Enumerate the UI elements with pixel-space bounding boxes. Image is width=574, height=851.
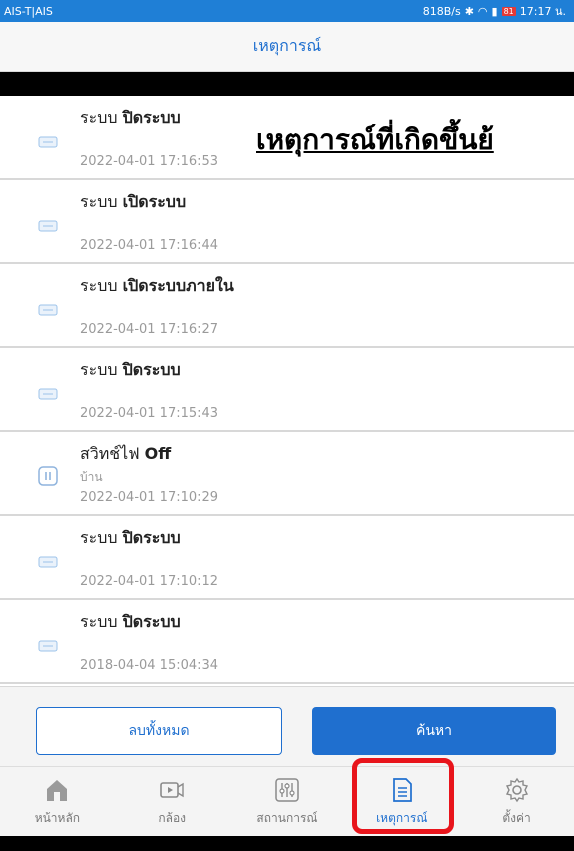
event-row[interactable]: ระบบ ปิดระบบ 2022-04-01 17:15:43 (0, 348, 574, 432)
event-timestamp: 2022-04-01 17:16:53 (80, 154, 219, 169)
event-title: ระบบ ปิดระบบ (80, 610, 181, 635)
event-row[interactable]: ระบบ ปิดระบบ 2022-04-01 17:10:12 (0, 516, 574, 600)
event-timestamp: 2022-04-01 17:16:44 (80, 238, 219, 253)
event-row[interactable]: ระบบ เปิดระบบภายใน 2022-04-01 17:16:27 (0, 264, 574, 348)
tab-label: สถานการณ์ (256, 810, 318, 825)
event-title: ระบบ เปิดระบบ (80, 190, 186, 215)
event-value: เปิดระบบ (122, 192, 187, 211)
event-value: เปิดระบบภายใน (122, 276, 234, 295)
home-icon (47, 779, 68, 801)
event-row[interactable]: ระบบ เปิดระบบ 2022-04-01 17:16:44 (0, 180, 574, 264)
battery-icon: 81 (501, 6, 516, 16)
device-card-icon (38, 304, 58, 316)
event-label: ระบบ (80, 528, 118, 547)
event-label: ระบบ (80, 612, 118, 631)
device-card-icon (38, 388, 58, 400)
device-card-icon (38, 556, 58, 568)
scenario-sliders-icon (275, 777, 299, 802)
signal-icon: ▮ (491, 4, 498, 18)
screen-bottom-edge (0, 836, 574, 851)
bluetooth-icon: ✱ (464, 4, 474, 18)
document-icon (392, 777, 412, 802)
event-timestamp: 2018-04-04 15:04:34 (80, 658, 219, 673)
event-timestamp: 2022-04-01 17:10:12 (80, 574, 219, 589)
event-label: ระบบ (80, 276, 118, 295)
tab-events[interactable]: เหตุการณ์ (354, 767, 450, 837)
bottom-tab-bar: หน้าหลัก กล้อง สถานการณ์ เหตุการณ์ ตั้งค… (0, 766, 574, 836)
tab-camera[interactable]: กล้อง (124, 767, 220, 837)
tab-settings[interactable]: ตั้งค่า (469, 767, 565, 837)
gear-icon (505, 777, 528, 802)
status-indicators: 818B/s ✱ ◠ ▮ 81 17:17 น. (423, 2, 566, 20)
wifi-icon: ◠ (477, 4, 488, 18)
status-bar: AIS-T|AIS 818B/s ✱ ◠ ▮ 81 17:17 น. (0, 0, 574, 22)
annotation-heading: เหตุการณ์ที่เกิดขึ้นย้ (256, 123, 494, 156)
event-timestamp: 2022-04-01 17:10:29 (80, 490, 219, 505)
tab-label: หน้าหลัก (34, 810, 81, 825)
search-button[interactable]: ค้นหา (312, 707, 556, 755)
clear-all-button[interactable]: ลบทั้งหมด (36, 707, 282, 755)
tab-scenario[interactable]: สถานการณ์ (239, 767, 335, 837)
event-label: ระบบ (80, 108, 118, 127)
event-timestamp: 2022-04-01 17:16:27 (80, 322, 219, 337)
device-card-icon (38, 220, 58, 232)
light-switch-icon (38, 466, 58, 486)
network-speed: 818B/s (422, 4, 461, 18)
carrier-label: AIS-T|AIS (4, 4, 53, 18)
clock: 17:17 น. (519, 5, 566, 18)
event-value: ปิดระบบ (122, 528, 181, 547)
event-label: ระบบ (80, 192, 118, 211)
event-title: ระบบ ปิดระบบ (80, 358, 181, 383)
event-title: ระบบ เปิดระบบภายใน (80, 274, 234, 299)
camera-icon (160, 781, 184, 798)
device-card-icon (38, 136, 58, 148)
event-value: ปิดระบบ (122, 108, 181, 127)
event-label: สวิทช์ไฟ (80, 444, 140, 463)
action-bar: ลบทั้งหมด ค้นหา (0, 686, 574, 766)
tab-label: กล้อง (158, 810, 187, 825)
tab-home[interactable]: หน้าหลัก (9, 767, 105, 837)
page-title: เหตุการณ์ (252, 36, 322, 55)
tab-label: เหตุการณ์ (376, 810, 428, 825)
events-list[interactable]: ระบบ ปิดระบบ 2022-04-01 17:16:53 ระบบ เป… (0, 96, 574, 686)
event-timestamp: 2022-04-01 17:15:43 (80, 406, 219, 421)
event-value: Off (144, 444, 172, 463)
event-row[interactable]: สวิทช์ไฟ Off บ้าน 2022-04-01 17:10:29 (0, 432, 574, 516)
event-title: ระบบ ปิดระบบ (80, 526, 181, 551)
event-value: ปิดระบบ (122, 612, 181, 631)
event-location: บ้าน (80, 470, 103, 484)
event-row[interactable]: ระบบ ปิดระบบ 2018-04-04 15:04:34 (0, 600, 574, 684)
device-card-icon (38, 640, 58, 652)
event-value: ปิดระบบ (122, 360, 181, 379)
page-header: เหตุการณ์ (0, 22, 574, 72)
event-title: สวิทช์ไฟ Off (80, 442, 171, 467)
tab-label: ตั้งค่า (502, 810, 531, 825)
event-label: ระบบ (80, 360, 118, 379)
event-title: ระบบ ปิดระบบ (80, 106, 181, 131)
